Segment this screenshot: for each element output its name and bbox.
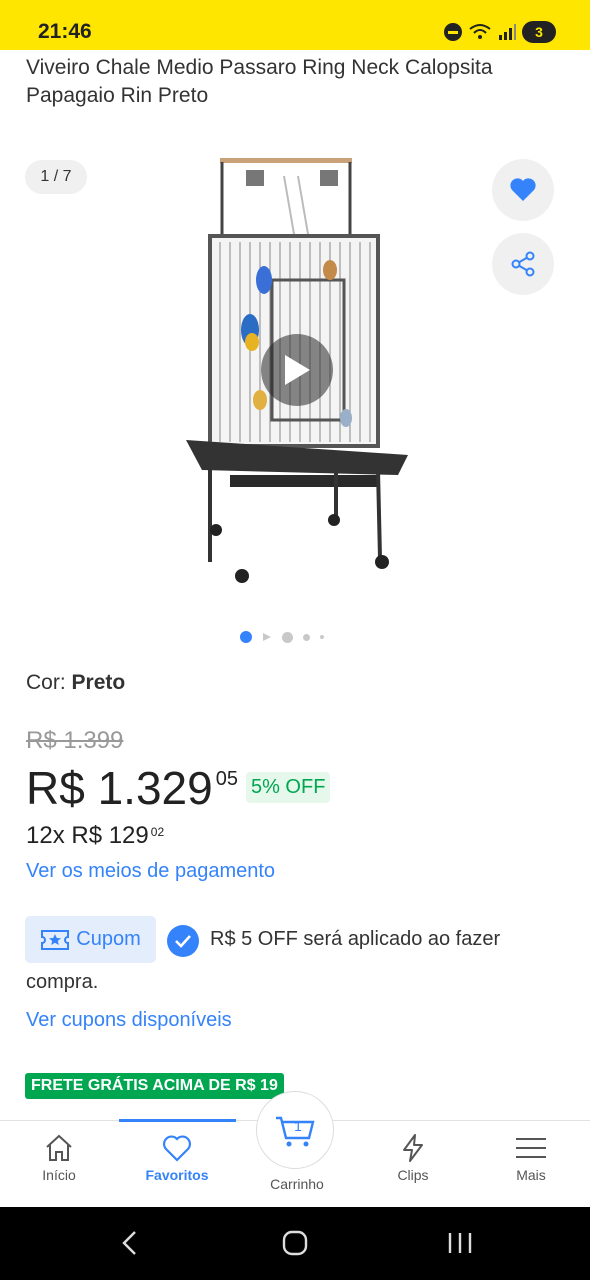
carousel-dot (282, 631, 293, 643)
do-not-disturb-icon (444, 23, 462, 41)
play-icon (285, 355, 310, 385)
recent-apps-icon[interactable] (446, 1231, 474, 1255)
nav-label-inicio: Início (42, 1167, 76, 1183)
cart-badge: 1 (294, 1118, 302, 1134)
nav-active-indicator (119, 1119, 236, 1122)
video-dot-icon (263, 633, 271, 641)
original-price: R$ 1.399 (26, 727, 124, 754)
price-row: R$ 1.329 05 5% OFF (26, 760, 331, 816)
nav-item-carrinho[interactable]: 1 (256, 1091, 334, 1169)
share-icon (511, 251, 535, 277)
status-bar: 21:46 3 (0, 0, 590, 50)
nav-item-favoritos[interactable]: Favoritos (118, 1133, 236, 1183)
bottom-navigation: Início Favoritos 1 Carrinho Clips Mais (0, 1091, 590, 1207)
installments: 12x R$ 129 02 (26, 822, 164, 850)
current-price-cents: 05 (215, 768, 238, 790)
nav-label-clips: Clips (397, 1167, 429, 1183)
battery-indicator: 3 (522, 21, 556, 43)
nav-item-mais[interactable]: Mais (472, 1133, 590, 1183)
ticket-star-icon (41, 929, 70, 950)
menu-icon (516, 1138, 546, 1158)
coupon-chip-label: Cupom (76, 928, 141, 950)
heart-icon (510, 178, 536, 201)
color-variant: Cor: Preto (26, 671, 125, 695)
color-value: Preto (71, 671, 126, 694)
nav-label-favoritos: Favoritos (145, 1167, 209, 1183)
payment-methods-link[interactable]: Ver os meios de pagamento (26, 860, 275, 883)
color-label: Cor: (26, 671, 72, 694)
check-circle-icon (167, 925, 199, 957)
back-icon[interactable] (118, 1229, 142, 1257)
nav-item-clips[interactable]: Clips (354, 1133, 472, 1183)
product-title: Viveiro Chale Medio Passaro Ring Neck Ca… (26, 56, 493, 107)
video-play-button[interactable] (261, 334, 333, 406)
signal-icon (499, 24, 516, 40)
status-time: 21:46 (38, 20, 92, 43)
heart-icon (163, 1135, 191, 1162)
favorite-button[interactable] (492, 159, 554, 221)
nav-label-mais: Mais (516, 1167, 546, 1183)
free-shipping-badge: FRETE GRÁTIS ACIMA DE R$ 19 (25, 1073, 284, 1099)
image-counter: 1 / 7 (25, 160, 87, 194)
home-icon (46, 1134, 72, 1161)
coupon-chip[interactable]: Cupom (25, 916, 156, 963)
coupon-applied-text: R$ 5 OFF será aplicado ao fazer (210, 928, 501, 950)
current-price: R$ 1.329 (26, 762, 213, 814)
wifi-icon (469, 24, 491, 39)
status-icons: 3 (444, 20, 556, 44)
carousel-dot (303, 633, 310, 641)
nav-label-carrinho: Carrinho (270, 1176, 324, 1192)
carousel-dot (320, 635, 324, 639)
available-coupons-link[interactable]: Ver cupons disponíveis (26, 1009, 232, 1032)
home-button-icon[interactable] (281, 1229, 309, 1257)
carousel-indicator (240, 629, 324, 645)
bolt-icon (403, 1134, 423, 1162)
cart-icon: 1 (276, 1116, 315, 1147)
share-button[interactable] (492, 233, 554, 295)
coupon-applied-text-cont: compra. (26, 971, 99, 993)
installments-main: 12x R$ 129 (26, 822, 149, 849)
installments-cents: 02 (150, 825, 165, 839)
discount-badge: 5% OFF (245, 772, 331, 803)
carousel-dot-active (240, 631, 252, 643)
android-navigation-bar (0, 1207, 590, 1280)
nav-item-inicio[interactable]: Início (0, 1133, 118, 1183)
